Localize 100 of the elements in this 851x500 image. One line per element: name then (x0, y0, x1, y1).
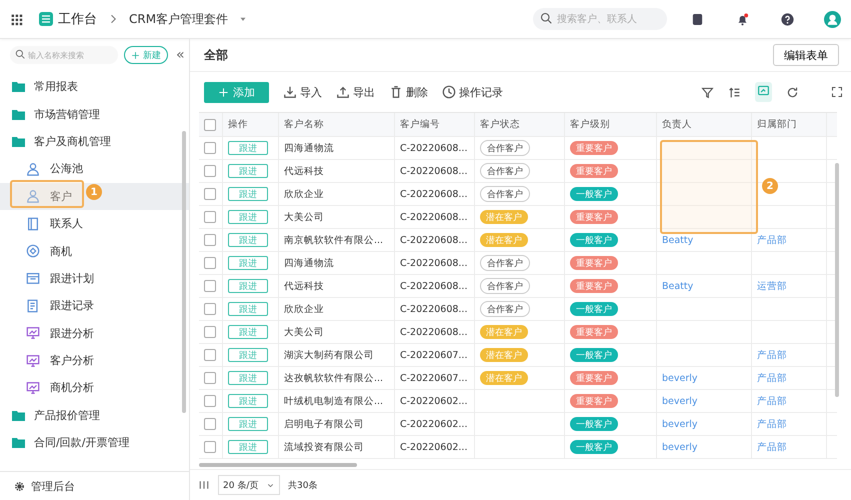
card-view-icon (757, 84, 770, 97)
global-search-field[interactable]: 搜索客户、联系人 (533, 8, 667, 30)
table-cell: C-20220608... (400, 280, 468, 292)
table-cell: 欣欣企业 (284, 302, 324, 316)
collapse-button[interactable]: « (176, 47, 185, 63)
sidebar-search-field[interactable]: 输入名称来搜索 (10, 46, 118, 64)
folder-icon (12, 437, 25, 448)
table-cell: 代远科技 (284, 280, 324, 292)
plus-icon (131, 50, 140, 60)
column-header: 客户状态 (480, 118, 520, 131)
status-tag: 潜在客户 (480, 371, 528, 385)
monitor-chart-icon (26, 380, 40, 395)
person-icon (26, 162, 40, 176)
help-icon[interactable] (781, 12, 794, 26)
contact-book-icon (26, 216, 40, 231)
row-checkbox[interactable] (204, 165, 216, 177)
sidebar-item[interactable]: 商机 (0, 237, 189, 265)
step-badge: 2 (762, 178, 778, 194)
sidebar-item[interactable]: 产品报价管理 (0, 402, 189, 430)
table-cell: C-20220608... (400, 188, 468, 200)
target-icon (26, 244, 40, 258)
level-tag: 重要客户 (570, 325, 618, 339)
table-cell: C-20220608... (400, 304, 468, 314)
upload-icon (336, 85, 350, 99)
column-header: 操作 (228, 118, 248, 131)
row-checkbox[interactable] (204, 234, 216, 246)
edit-form-button[interactable]: 编辑表单 (773, 44, 839, 66)
column-header: 负责人 (662, 118, 692, 131)
folder-icon (12, 410, 25, 421)
table-cell: C-20220602... (400, 396, 468, 406)
plus-icon (218, 86, 229, 98)
fullscreen-icon (831, 86, 843, 98)
sidebar-item[interactable]: 公海池 (0, 155, 189, 183)
table-cell: C-20220608... (400, 142, 468, 154)
level-tag: 一般客户 (570, 440, 618, 454)
row-checkbox[interactable] (204, 441, 216, 453)
row-checkbox[interactable] (204, 372, 216, 384)
sidebar-item[interactable]: 市场营销管理 (0, 100, 189, 128)
page-size-select[interactable]: 20 条/页 (218, 475, 280, 495)
table-cell: 产品部 (757, 348, 787, 362)
row-checkbox[interactable] (204, 418, 216, 430)
table-cell: 四海通物流 (284, 256, 334, 270)
toolbar-action[interactable]: 操作记录 (442, 84, 503, 100)
table-cell: 代远科技 (284, 164, 324, 178)
table-cell: Beatty (662, 234, 694, 246)
row-checkbox[interactable] (204, 211, 216, 223)
sidebar-item[interactable]: 跟进分析 (0, 320, 189, 347)
level-tag: 一般客户 (570, 233, 618, 247)
row-checkbox[interactable] (204, 280, 216, 292)
level-tag: 一般客户 (570, 302, 618, 316)
row-checkbox[interactable] (204, 257, 216, 269)
status-tag: 合作客户 (480, 278, 530, 294)
table-cell: C-20220608... (400, 212, 468, 222)
workspace-link[interactable]: 工作台 (58, 10, 97, 28)
status-tag: 合作客户 (480, 186, 530, 202)
sidebar-item[interactable]: 常用报表 (0, 73, 189, 100)
sidebar-item[interactable]: 跟进计划 (0, 264, 189, 292)
level-tag: 重要客户 (570, 141, 618, 155)
app-title[interactable]: CRM客户管理套件 (129, 10, 228, 28)
bell-icon[interactable] (736, 12, 749, 26)
app-logo-icon (39, 12, 53, 26)
table-cell: 达孜帆软软件有限公... (284, 372, 384, 384)
table-cell: beverly (662, 396, 698, 406)
toolbar-action[interactable]: 删除 (389, 84, 428, 100)
select-all-checkbox[interactable] (204, 118, 216, 130)
apps-grid-icon (10, 12, 23, 26)
avatar-icon[interactable] (824, 10, 841, 28)
table-cell: beverly (662, 372, 698, 384)
sidebar-item[interactable]: 跟进记录 (0, 292, 189, 320)
status-tag: 潜在客户 (480, 233, 528, 247)
table-cell: 运营部 (757, 280, 787, 292)
table-cell: 产品部 (757, 372, 787, 384)
level-tag: 重要客户 (570, 164, 618, 178)
record-icon (26, 298, 40, 313)
row-checkbox[interactable] (204, 142, 216, 154)
refresh-icon (786, 86, 799, 98)
level-tag: 一般客户 (570, 417, 618, 431)
sidebar-item[interactable]: 商机分析 (0, 374, 189, 402)
toolbar-action[interactable]: 导出 (336, 84, 375, 100)
row-checkbox[interactable] (204, 326, 216, 338)
status-tag: 合作客户 (480, 301, 530, 317)
table-cell: C-20220607... (400, 350, 468, 360)
level-tag: 一般客户 (570, 348, 618, 362)
row-checkbox[interactable] (204, 303, 216, 315)
sidebar-item[interactable]: 客户及商机管理 (0, 128, 189, 156)
row-checkbox[interactable] (204, 395, 216, 407)
level-tag: 一般客户 (570, 187, 618, 201)
table-cell: 启明电子有限公司 (284, 418, 364, 430)
row-checkbox[interactable] (204, 349, 216, 361)
table-cell: 四海通物流 (284, 142, 334, 154)
table-cell: C-20220608... (400, 326, 468, 338)
toolbar-action[interactable]: 导入 (283, 84, 322, 100)
row-checkbox[interactable] (204, 188, 216, 200)
table-cell: 流域投资有限公司 (284, 440, 364, 454)
calendar-icon (26, 271, 40, 286)
sidebar-item[interactable]: 客户分析 (0, 346, 189, 374)
sidebar-item[interactable]: 联系人 (0, 210, 189, 238)
table-cell: Beatty (662, 280, 694, 292)
download-icon (283, 85, 297, 99)
sidebar-item[interactable]: 合同/回款/开票管理 (0, 429, 189, 456)
